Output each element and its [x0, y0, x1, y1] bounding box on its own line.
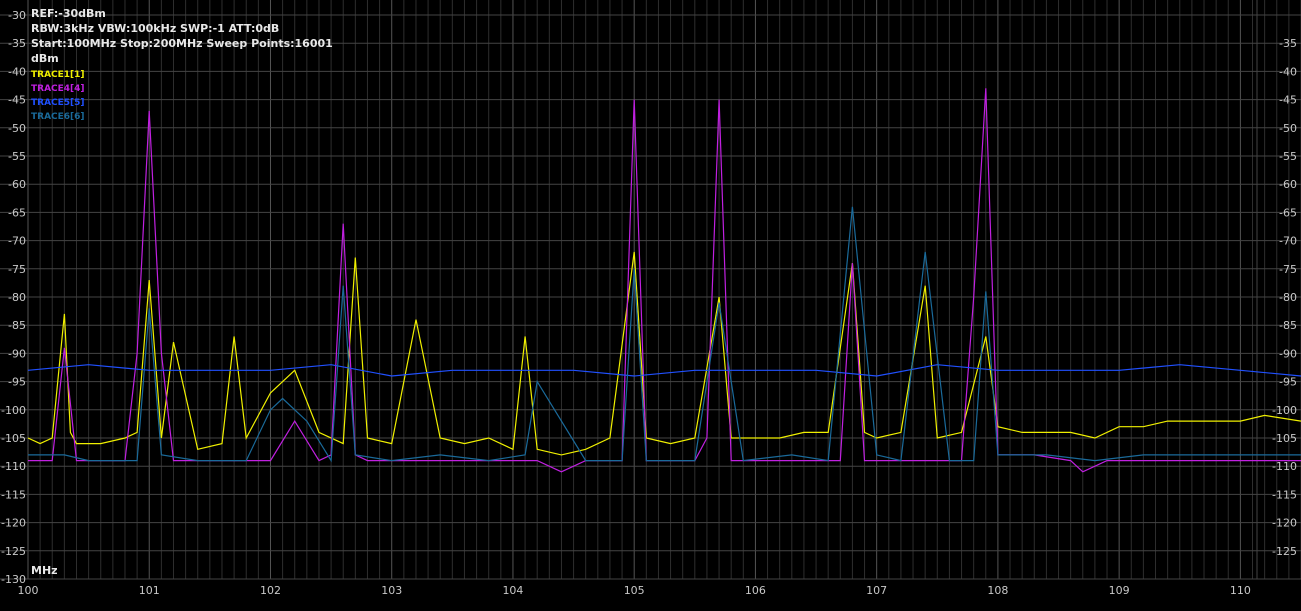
y-tick-label-right: -60 — [1279, 178, 1297, 191]
x-tick-label: 107 — [866, 584, 887, 597]
plot-background — [0, 0, 1301, 611]
y-tick-label-right: -105 — [1272, 432, 1297, 445]
y-tick-label-left: -75 — [8, 263, 26, 276]
x-tick-label: 105 — [624, 584, 645, 597]
legend-trace1: TRACE1[1] — [31, 70, 85, 80]
y-tick-label-right: -125 — [1272, 545, 1297, 558]
y-tick-label-left: -35 — [8, 37, 26, 50]
legend-trace4: TRACE4[4] — [31, 84, 85, 94]
y-tick-label-left: -70 — [8, 235, 26, 248]
x-tick-label: 109 — [1109, 584, 1130, 597]
x-tick-label: 108 — [987, 584, 1008, 597]
y-tick-label-left: -95 — [8, 376, 26, 389]
y-tick-label-right: -85 — [1279, 319, 1297, 332]
settings-text: RBW:3kHz VBW:100kHz SWP:-1 ATT:0dB — [31, 22, 280, 35]
x-unit-label: MHz — [31, 564, 58, 577]
y-tick-label-right: -40 — [1279, 65, 1297, 78]
y-tick-label-right: -115 — [1272, 488, 1297, 501]
y-tick-label-left: -30 — [8, 9, 26, 22]
legend-trace6: TRACE6[6] — [31, 112, 85, 122]
x-tick-label: 103 — [381, 584, 402, 597]
y-tick-label-left: -50 — [8, 122, 26, 135]
y-tick-label-left: -110 — [1, 460, 26, 473]
y-tick-label-right: -70 — [1279, 235, 1297, 248]
y-tick-label-right: -45 — [1279, 94, 1297, 107]
y-tick-label-right: -100 — [1272, 404, 1297, 417]
y-tick-label-left: -40 — [8, 65, 26, 78]
x-tick-label: 102 — [260, 584, 281, 597]
span-text: Start:100MHz Stop:200MHz Sweep Points:16… — [31, 37, 333, 50]
y-tick-label-right: -50 — [1279, 122, 1297, 135]
y-tick-label-left: -125 — [1, 545, 26, 558]
ref-level-text: REF:-30dBm — [31, 7, 106, 20]
y-tick-label-right: -110 — [1272, 460, 1297, 473]
y-tick-label-right: -80 — [1279, 291, 1297, 304]
y-tick-label-left: -130 — [1, 573, 26, 586]
y-tick-label-right: -95 — [1279, 376, 1297, 389]
y-tick-label-left: -105 — [1, 432, 26, 445]
y-tick-label-left: -60 — [8, 178, 26, 191]
y-tick-label-right: -75 — [1279, 263, 1297, 276]
spectrum-chart: 100 101 102 103 104 105 106 107 108 109 110-30-35-… — [0, 0, 1301, 611]
y-tick-label-left: -100 — [1, 404, 26, 417]
x-tick-label: 110 — [1230, 584, 1251, 597]
y-tick-label-right: -120 — [1272, 517, 1297, 530]
x-tick-label: 101 — [139, 584, 160, 597]
y-tick-label-left: -90 — [8, 347, 26, 360]
y-unit-label: dBm — [31, 52, 59, 65]
y-tick-label-left: -115 — [1, 488, 26, 501]
y-tick-label-right: -65 — [1279, 206, 1297, 219]
legend-trace5: TRACE5[5] — [31, 98, 85, 108]
y-tick-label-left: -55 — [8, 150, 26, 163]
y-tick-label-left: -65 — [8, 206, 26, 219]
x-tick-label: 104 — [502, 584, 523, 597]
y-tick-label-left: -120 — [1, 517, 26, 530]
y-tick-label-right: -90 — [1279, 347, 1297, 360]
y-tick-label-right: -55 — [1279, 150, 1297, 163]
y-tick-label-left: -80 — [8, 291, 26, 304]
y-tick-label-left: -85 — [8, 319, 26, 332]
y-tick-label-right: -35 — [1279, 37, 1297, 50]
y-tick-label-left: -45 — [8, 94, 26, 107]
x-tick-label: 106 — [745, 584, 766, 597]
